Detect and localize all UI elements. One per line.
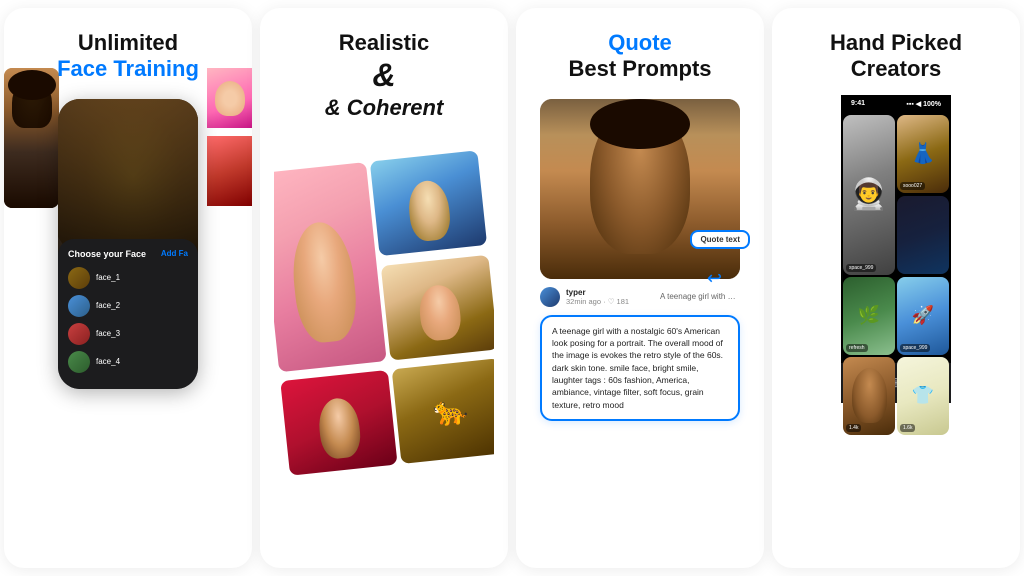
- face-item-3[interactable]: face_3: [68, 323, 188, 345]
- portrait-container: Quote text ↩: [540, 99, 740, 279]
- creator-name-4: space_999: [903, 345, 927, 351]
- photo-tile-3: [381, 254, 494, 360]
- card3-title-accent: Quote: [608, 30, 672, 55]
- prompt-username: typer: [566, 288, 629, 297]
- prompt-likes: 181: [617, 297, 630, 306]
- creator-label-2: sooo027: [900, 182, 925, 190]
- creator-name-3: refresh: [849, 345, 865, 351]
- prompt-time: 32min ago: [566, 297, 601, 306]
- creator-tile-woman1[interactable]: 1.4k: [843, 357, 895, 435]
- status-time: 9:41: [851, 100, 865, 107]
- creator-tile-fashion2[interactable]: 👕 1.6k: [897, 357, 949, 435]
- card1-title-accent: Face Training: [57, 56, 199, 81]
- space-icon: 🚀: [912, 305, 934, 326]
- face-training-card: Unlimited Face Training Choose your Face: [4, 8, 252, 568]
- card3-title: Quote Best Prompts: [568, 30, 711, 83]
- ampersand: &: [372, 57, 395, 93]
- face-avatar-4: [68, 351, 90, 373]
- creator-label-4: space_999: [900, 344, 930, 352]
- card4-title-line1: Hand Picked: [830, 30, 962, 55]
- creator-label-6: 1.6k: [900, 424, 915, 432]
- phone-status-bar: 9:41 ▪▪▪ ◀ 100%: [841, 95, 951, 113]
- main-portrait: [540, 99, 740, 279]
- bg-photo-right-top: [207, 68, 252, 128]
- creator-tile-fashion[interactable]: 👗 sooo027: [897, 115, 949, 193]
- creator-name-2: sooo027: [903, 183, 922, 189]
- creator-name-5: 1.4k: [849, 425, 858, 431]
- quote-arrow: ↩: [707, 268, 722, 289]
- face-avatar-2: [68, 295, 90, 317]
- prompt-user-info: typer 32min ago · ♡ 181: [566, 288, 629, 306]
- card4-title-line2: Creators: [851, 56, 941, 81]
- bg-photo-left: [4, 68, 59, 208]
- prompt-meta: 32min ago · ♡ 181: [566, 297, 629, 306]
- face-panel-header: Choose your Face Add Fa: [68, 249, 188, 259]
- face-training-phone: Choose your Face Add Fa face_1 face_2 fa…: [58, 99, 198, 389]
- creator-name-1: space_999: [849, 265, 873, 271]
- card2-title-line2: & Coherent: [325, 95, 444, 120]
- face-name-2: face_2: [96, 301, 120, 310]
- face-selection-panel: Choose your Face Add Fa face_1 face_2 fa…: [58, 239, 198, 389]
- quote-bubble: A teenage girl with a nostalgic 60's Ame…: [540, 315, 740, 421]
- prompt-caption: A teenage girl with a nostalgic 60's A..…: [660, 292, 740, 301]
- quote-content: Quote text ↩ typer 32min ago · ♡ 181 A t…: [528, 99, 752, 421]
- face-avatar-3: [68, 323, 90, 345]
- signal-icons: ▪▪▪ ◀ 100%: [906, 100, 941, 108]
- photo-tile-2: [370, 150, 487, 256]
- photo-grid: 🐆: [274, 150, 494, 481]
- face-avatar-1: [68, 267, 90, 289]
- prompt-user-row: typer 32min ago · ♡ 181 A teenage girl w…: [540, 287, 740, 307]
- face-item-2[interactable]: face_2: [68, 295, 188, 317]
- nature-icon: 🌿: [858, 305, 880, 326]
- astronaut-icon: 👨‍🚀: [850, 177, 887, 212]
- creator-tile-astronaut[interactable]: 👨‍🚀 space_999: [843, 115, 895, 275]
- creator-name-6: 1.6k: [903, 425, 912, 431]
- face-item-4[interactable]: face_4: [68, 351, 188, 373]
- quote-bubble-text: A teenage girl with a nostalgic 60's Ame…: [552, 326, 723, 410]
- card1-title: Unlimited Face Training: [57, 30, 199, 83]
- photo-tile-4: [280, 370, 397, 476]
- face-item-1[interactable]: face_1: [68, 267, 188, 289]
- heart-icon: ♡: [608, 297, 617, 306]
- prompt-user-avatar: [540, 287, 560, 307]
- card2-title: Realistic & & Coherent: [260, 30, 508, 121]
- creator-label-1: space_999: [846, 264, 876, 272]
- quote-text-label: Quote text: [690, 230, 750, 249]
- face-name-4: face_4: [96, 357, 120, 366]
- face-panel-title: Choose your Face: [68, 249, 146, 259]
- creator-tile-nature[interactable]: 🌿 refresh: [843, 277, 895, 355]
- quote-prompts-card: Quote Best Prompts Quote text ↩ typer 32…: [516, 8, 764, 568]
- creator-label-5: 1.4k: [846, 424, 861, 432]
- creators-phone: 9:41 ▪▪▪ ◀ 100% 👨‍🚀 space_999 👗 sooo027: [841, 95, 951, 403]
- bg-photo-right-bottom: [207, 136, 252, 206]
- creator-label-3: refresh: [846, 344, 868, 352]
- photo-tile-1: [274, 162, 387, 372]
- creator-tile-space[interactable]: 🚀 space_999: [897, 277, 949, 355]
- card2-title-line1: Realistic: [339, 30, 430, 55]
- creator-tile-dark[interactable]: [897, 196, 949, 274]
- add-face-link[interactable]: Add Fa: [161, 249, 188, 258]
- card1-title-line1: Unlimited: [78, 30, 178, 55]
- realistic-coherent-card: Realistic & & Coherent 🐆: [260, 8, 508, 568]
- tshirt-icon: 👕: [912, 385, 934, 406]
- card3-title-line2: Best Prompts: [568, 56, 711, 81]
- face-name-3: face_3: [96, 329, 120, 338]
- photo-tile-5: 🐆: [392, 359, 494, 465]
- card4-title: Hand Picked Creators: [830, 30, 962, 83]
- hand-picked-creators-card: Hand Picked Creators 9:41 ▪▪▪ ◀ 100% 👨‍🚀…: [772, 8, 1020, 568]
- creators-grid: 👨‍🚀 space_999 👗 sooo027 🌿 refresh: [841, 113, 951, 363]
- cheetah-icon: 🐆: [431, 393, 469, 429]
- face-name-1: face_1: [96, 273, 120, 282]
- fashion-icon: 👗: [911, 141, 936, 166]
